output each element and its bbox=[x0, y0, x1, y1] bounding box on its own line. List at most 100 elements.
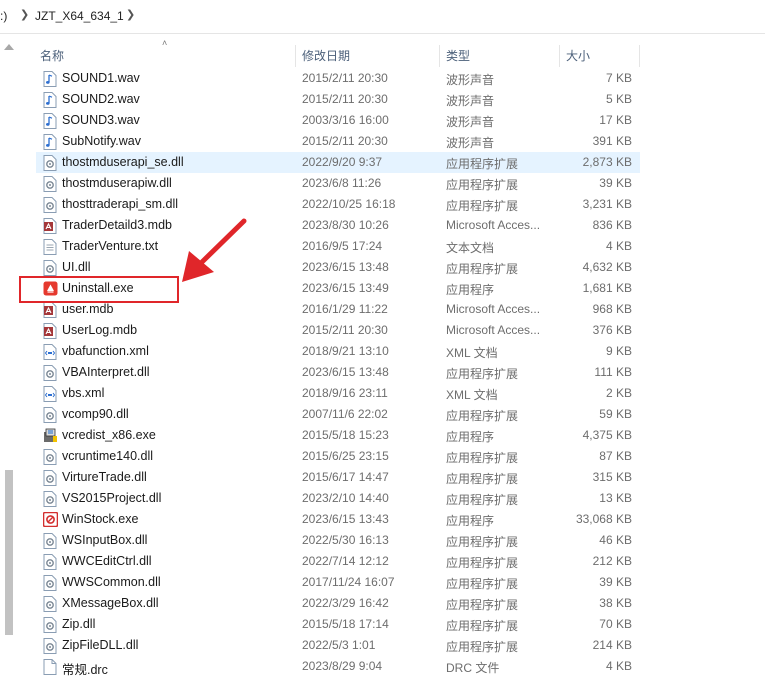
column-divider[interactable] bbox=[559, 45, 560, 67]
file-modified-date: 2023/6/15 13:48 bbox=[302, 365, 389, 379]
column-divider[interactable] bbox=[439, 45, 440, 67]
file-modified-date: 2015/6/25 23:15 bbox=[302, 449, 389, 463]
column-divider[interactable] bbox=[295, 45, 296, 67]
file-row[interactable]: VS2015Project.dll 2023/2/10 14:40 应用程序扩展 13… bbox=[36, 488, 640, 509]
chevron-right-icon[interactable]: ❯ bbox=[126, 8, 135, 21]
file-name[interactable]: SOUND2.wav bbox=[62, 92, 140, 106]
file-type: DRC 文件 bbox=[446, 661, 500, 675]
address-prefix[interactable]: :) bbox=[0, 9, 7, 23]
file-row[interactable]: vbafunction.xml 2018/9/21 13:10 XML 文档 9 KB bbox=[36, 341, 640, 362]
file-size: 4,375 KB bbox=[582, 428, 632, 442]
file-size: 968 KB bbox=[592, 302, 632, 316]
file-name[interactable]: TraderDetaild3.mdb bbox=[62, 218, 172, 232]
file-name[interactable]: vcredist_x86.exe bbox=[62, 428, 156, 442]
file-size: 2 KB bbox=[605, 386, 632, 400]
file-name[interactable]: VBAInterpret.dll bbox=[62, 365, 150, 379]
file-name[interactable]: vcomp90.dll bbox=[62, 407, 129, 421]
file-modified-date: 2022/3/29 16:42 bbox=[302, 596, 389, 610]
file-name[interactable]: thostmduserapiw.dll bbox=[62, 176, 172, 190]
dll-file-icon bbox=[43, 407, 57, 423]
file-row[interactable]: XMessageBox.dll 2022/3/29 16:42 应用程序扩展 38 K… bbox=[36, 593, 640, 614]
file-row[interactable]: thostmduserapiw.dll 2023/6/8 11:26 应用程序扩展 3… bbox=[36, 173, 640, 194]
file-name[interactable]: UserLog.mdb bbox=[62, 323, 137, 337]
file-name[interactable]: user.mdb bbox=[62, 302, 113, 316]
file-row[interactable]: TraderVenture.txt 2016/9/5 17:24 文本文档 4 KB bbox=[36, 236, 640, 257]
file-type: Microsoft Acces... bbox=[446, 302, 541, 316]
file-name[interactable]: WWSCommon.dll bbox=[62, 575, 161, 589]
file-name[interactable]: SOUND3.wav bbox=[62, 113, 140, 127]
access-db-icon bbox=[43, 323, 57, 339]
file-row[interactable]: SOUND1.wav 2015/2/11 20:30 波形声音 7 KB bbox=[36, 68, 640, 89]
file-row[interactable]: SOUND3.wav 2003/3/16 16:00 波形声音 17 KB bbox=[36, 110, 640, 131]
file-row[interactable]: WWSCommon.dll 2017/11/24 16:07 应用程序扩展 39 KB bbox=[36, 572, 640, 593]
access-db-icon bbox=[43, 218, 57, 234]
file-name[interactable]: XMessageBox.dll bbox=[62, 596, 159, 610]
file-name[interactable]: vbs.xml bbox=[62, 386, 104, 400]
column-header-date[interactable]: 修改日期 bbox=[302, 42, 350, 70]
file-name[interactable]: ZipFileDLL.dll bbox=[62, 638, 138, 652]
file-row[interactable]: WSInputBox.dll 2022/5/30 16:13 应用程序扩展 46 KB bbox=[36, 530, 640, 551]
file-name[interactable]: vcruntime140.dll bbox=[62, 449, 153, 463]
file-row[interactable]: vbs.xml 2018/9/16 23:11 XML 文档 2 KB bbox=[36, 383, 640, 404]
file-name[interactable]: SOUND1.wav bbox=[62, 71, 140, 85]
file-row[interactable]: vcredist_x86.exe 2015/5/18 15:23 应用程序 4,375… bbox=[36, 425, 640, 446]
scrollbar-thumb[interactable] bbox=[5, 470, 13, 635]
column-divider[interactable] bbox=[639, 45, 640, 67]
file-name[interactable]: thosttraderapi_sm.dll bbox=[62, 197, 178, 211]
file-type: 应用程序扩展 bbox=[446, 409, 519, 423]
file-name[interactable]: WSInputBox.dll bbox=[62, 533, 147, 547]
file-size: 7 KB bbox=[605, 71, 632, 85]
generic-file-icon bbox=[43, 659, 57, 675]
file-row[interactable]: vcomp90.dll 2007/11/6 22:02 应用程序扩展 59 KB bbox=[36, 404, 640, 425]
file-modified-date: 2017/11/24 16:07 bbox=[302, 575, 395, 589]
breadcrumb-current-folder[interactable]: JZT_X64_634_1 bbox=[35, 9, 124, 23]
file-row[interactable]: VirtureTrade.dll 2015/6/17 14:47 应用程序扩展 315… bbox=[36, 467, 640, 488]
column-header-size[interactable]: 大小 bbox=[566, 42, 590, 70]
file-row[interactable]: vcruntime140.dll 2015/6/25 23:15 应用程序扩展 87 … bbox=[36, 446, 640, 467]
file-name[interactable]: VirtureTrade.dll bbox=[62, 470, 147, 484]
file-name[interactable]: TraderVenture.txt bbox=[62, 239, 158, 253]
file-size: 3,231 KB bbox=[582, 197, 632, 211]
file-size: 38 KB bbox=[599, 596, 632, 610]
file-row[interactable]: Zip.dll 2015/5/18 17:14 应用程序扩展 70 KB bbox=[36, 614, 640, 635]
file-row[interactable]: thosttraderapi_sm.dll 2022/10/25 16:18 应用程… bbox=[36, 194, 640, 215]
file-row[interactable]: UI.dll 2023/6/15 13:48 应用程序扩展 4,632 KB bbox=[36, 257, 640, 278]
file-name[interactable]: 常规.drc bbox=[62, 659, 108, 678]
column-header-name[interactable]: 名称 bbox=[40, 42, 64, 70]
file-row[interactable]: thostmduserapi_se.dll 2022/9/20 9:37 应用程序扩… bbox=[36, 152, 640, 173]
vertical-scrollbar[interactable] bbox=[0, 40, 18, 679]
file-name[interactable]: VS2015Project.dll bbox=[62, 491, 161, 505]
file-size: 836 KB bbox=[592, 218, 632, 232]
file-type: 应用程序扩展 bbox=[446, 367, 519, 381]
file-modified-date: 2023/8/30 10:26 bbox=[302, 218, 389, 232]
file-name[interactable]: vbafunction.xml bbox=[62, 344, 149, 358]
column-header-type[interactable]: 类型 bbox=[446, 42, 470, 70]
annotation-highlight-box bbox=[19, 276, 179, 303]
file-name[interactable]: thostmduserapi_se.dll bbox=[62, 155, 184, 169]
file-size: 70 KB bbox=[599, 617, 632, 631]
address-bar[interactable]: :) ❯ JZT_X64_634_1 ❯ bbox=[0, 0, 765, 34]
dll-file-icon bbox=[43, 554, 57, 570]
dll-file-icon bbox=[43, 638, 57, 654]
file-name[interactable]: Zip.dll bbox=[62, 617, 95, 631]
file-name[interactable]: UI.dll bbox=[62, 260, 90, 274]
file-name[interactable]: WinStock.exe bbox=[62, 512, 138, 526]
file-row[interactable]: UserLog.mdb 2015/2/11 20:30 Microsoft Acce… bbox=[36, 320, 640, 341]
file-row[interactable]: TraderDetaild3.mdb 2023/8/30 10:26 Microso… bbox=[36, 215, 640, 236]
file-name[interactable]: WWCEditCtrl.dll bbox=[62, 554, 152, 568]
file-modified-date: 2023/6/15 13:49 bbox=[302, 281, 389, 295]
file-type: 应用程序扩展 bbox=[446, 199, 519, 213]
file-row[interactable]: WinStock.exe 2023/6/15 13:43 应用程序 33,068 KB bbox=[36, 509, 640, 530]
scroll-up-arrow-icon[interactable] bbox=[4, 44, 14, 50]
file-row[interactable]: VBAInterpret.dll 2023/6/15 13:48 应用程序扩展 111… bbox=[36, 362, 640, 383]
file-row[interactable]: 常规.drc 2023/8/29 9:04 DRC 文件 4 KB bbox=[36, 656, 640, 677]
dll-file-icon bbox=[43, 155, 57, 171]
dll-file-icon bbox=[43, 575, 57, 591]
chevron-right-icon[interactable]: ❯ bbox=[20, 8, 29, 21]
file-name[interactable]: SubNotify.wav bbox=[62, 134, 141, 148]
file-size: 9 KB bbox=[605, 344, 632, 358]
file-row[interactable]: SOUND2.wav 2015/2/11 20:30 波形声音 5 KB bbox=[36, 89, 640, 110]
file-row[interactable]: ZipFileDLL.dll 2022/5/3 1:01 应用程序扩展 214 KB bbox=[36, 635, 640, 656]
file-row[interactable]: WWCEditCtrl.dll 2022/7/14 12:12 应用程序扩展 212 … bbox=[36, 551, 640, 572]
file-row[interactable]: SubNotify.wav 2015/2/11 20:30 波形声音 391 KB bbox=[36, 131, 640, 152]
